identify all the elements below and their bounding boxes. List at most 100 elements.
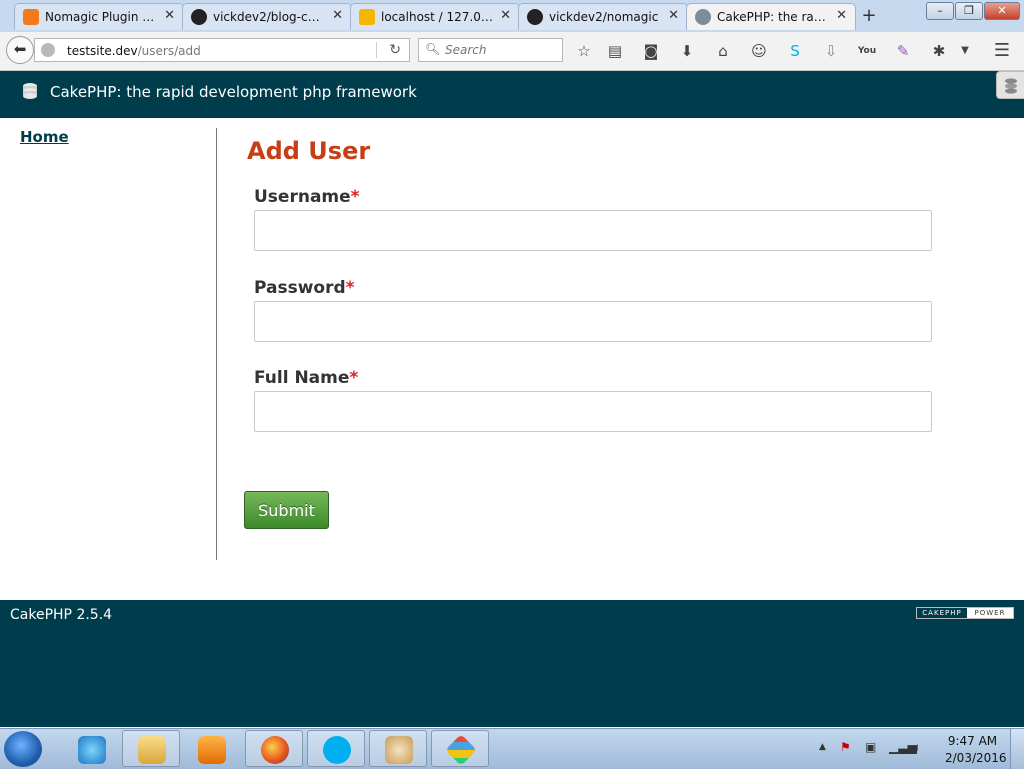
- username-label: Username*: [254, 187, 360, 207]
- taskbar-skype[interactable]: [307, 730, 365, 767]
- new-tab-button[interactable]: +: [858, 5, 880, 26]
- tab-nomagic-repo[interactable]: vickdev2/nomagic ✕: [518, 3, 688, 30]
- chevron-down-icon[interactable]: ▼: [955, 41, 975, 61]
- phpmyadmin-icon: [359, 9, 375, 25]
- tab-cakephp-active[interactable]: CakePHP: the rapi... ✕: [686, 3, 856, 30]
- action-center-icon[interactable]: ⚑: [840, 740, 851, 754]
- tab-title: vickdev2/blog-cak...: [213, 10, 325, 24]
- youtube-icon[interactable]: You: [857, 41, 877, 61]
- start-button[interactable]: [4, 731, 42, 767]
- github-icon: [191, 9, 207, 25]
- taskbar-ie[interactable]: [62, 730, 120, 767]
- cakephp-power-badge[interactable]: CAKEPHP POWER: [916, 607, 1014, 619]
- reload-icon[interactable]: ↻: [389, 42, 401, 58]
- internet-explorer-icon: [78, 736, 106, 764]
- github-icon: [527, 9, 543, 25]
- tab-title: Nomagic Plugin P...: [45, 10, 157, 24]
- full-name-label: Full Name*: [254, 368, 358, 388]
- password-field[interactable]: [254, 301, 932, 342]
- skype-icon: [323, 736, 351, 764]
- search-box[interactable]: 🔍︎: [418, 38, 563, 62]
- hamburger-menu-icon[interactable]: ☰: [992, 41, 1012, 61]
- url-path: /users/add: [137, 44, 201, 58]
- address-bar-divider: [376, 42, 377, 58]
- home-icon[interactable]: ⌂: [713, 41, 733, 61]
- volume-icon[interactable]: 🔈︎: [914, 740, 921, 755]
- username-field[interactable]: [254, 210, 932, 251]
- password-label: Password*: [254, 278, 355, 298]
- taskbar-paint[interactable]: [369, 730, 427, 767]
- search-icon: 🔍︎: [425, 42, 441, 56]
- cakephp-debug-icon: [1005, 78, 1017, 94]
- cakephp-icon: [695, 9, 711, 25]
- username-label-text: Username: [254, 187, 351, 207]
- close-tab-icon[interactable]: ✕: [164, 8, 175, 23]
- close-tab-icon[interactable]: ✕: [500, 8, 511, 23]
- paint-palette-icon: [385, 736, 413, 764]
- page-header-title[interactable]: CakePHP: the rapid development php frame…: [50, 83, 417, 101]
- feather-icon[interactable]: ✎: [893, 41, 913, 61]
- system-tray: ▲ ⚑ ▣ ▁▃▅ 🔈︎: [815, 729, 945, 769]
- url-host: testsite.dev: [67, 44, 138, 58]
- close-window-button[interactable]: ✕: [984, 2, 1020, 20]
- tab-title: localhost / 127.0.0....: [381, 10, 493, 24]
- tray-expand-icon[interactable]: ▲: [819, 742, 826, 752]
- sidebar: Home: [0, 128, 217, 560]
- close-tab-icon[interactable]: ✕: [668, 8, 679, 23]
- browser-tab-bar: Nomagic Plugin P... ✕ vickdev2/blog-cak.…: [0, 0, 1024, 32]
- badge-right-text: POWER: [967, 608, 1013, 618]
- windows-taskbar: ▲ ⚑ ▣ ▁▃▅ 🔈︎ 9:47 AM 2/03/2016: [0, 728, 1024, 769]
- required-marker: *: [350, 187, 360, 207]
- downloads-icon[interactable]: ⬇: [677, 41, 697, 61]
- clock-date[interactable]: 2/03/2016: [945, 751, 1007, 765]
- badge-left-text: CAKEPHP: [917, 608, 967, 618]
- main-content: Add User Username* Password* Full Name* …: [217, 128, 1024, 568]
- url-text: testsite.dev/users/add: [67, 44, 201, 58]
- footer-version: CakePHP 2.5.4: [10, 607, 113, 623]
- back-button[interactable]: ⬅: [6, 36, 34, 64]
- submit-button[interactable]: Submit: [244, 491, 329, 529]
- back-arrow-icon: ⬅: [13, 40, 27, 58]
- browser-nav-bar: ⬅ testsite.dev/users/add ↻ 🔍︎ ☆ ▤ ◙ ⬇ ⌂ …: [0, 32, 1024, 71]
- device-icon[interactable]: ▣: [865, 740, 876, 754]
- minimize-button[interactable]: –: [926, 2, 954, 20]
- tab-title: vickdev2/nomagic: [549, 10, 659, 24]
- clock-time[interactable]: 9:47 AM: [945, 734, 1000, 748]
- page-header: CakePHP: the rapid development php frame…: [0, 71, 1024, 118]
- tab-nomagic-plugin[interactable]: Nomagic Plugin P... ✕: [14, 3, 184, 30]
- extension-icon[interactable]: ✱: [929, 41, 949, 61]
- search-input[interactable]: [443, 42, 559, 58]
- debug-kit-toggle[interactable]: [996, 71, 1024, 99]
- address-bar[interactable]: testsite.dev/users/add ↻: [34, 38, 410, 62]
- required-marker: *: [345, 278, 355, 298]
- network-icon[interactable]: ▁▃▅: [889, 740, 917, 754]
- folder-icon: [138, 736, 166, 764]
- pocket-icon[interactable]: ◙: [641, 41, 661, 61]
- cakephp-logo-icon: [23, 83, 37, 99]
- show-desktop-button[interactable]: [1010, 729, 1024, 769]
- full-name-label-text: Full Name: [254, 368, 350, 388]
- taskbar-firefox[interactable]: [245, 730, 303, 767]
- media-player-icon: [198, 736, 226, 764]
- home-link[interactable]: Home: [20, 128, 69, 146]
- form-title: Add User: [247, 137, 371, 165]
- skype-icon[interactable]: S: [785, 41, 805, 61]
- required-marker: *: [349, 368, 359, 388]
- tab-blog-cakephp[interactable]: vickdev2/blog-cak... ✕: [182, 3, 352, 30]
- full-name-field[interactable]: [254, 391, 932, 432]
- firefox-icon: [261, 736, 289, 764]
- xampp-icon: [23, 9, 39, 25]
- bookmark-star-icon[interactable]: ☆: [574, 41, 594, 61]
- git-icon: [445, 734, 477, 766]
- close-tab-icon[interactable]: ✕: [836, 8, 847, 23]
- chat-icon[interactable]: ☺: [749, 41, 769, 61]
- maximize-button[interactable]: ❐: [955, 2, 983, 20]
- taskbar-explorer[interactable]: [122, 730, 180, 767]
- tab-title: CakePHP: the rapi...: [717, 10, 829, 24]
- download-helper-icon[interactable]: ⇩: [821, 41, 841, 61]
- reading-list-icon[interactable]: ▤: [605, 41, 625, 61]
- close-tab-icon[interactable]: ✕: [332, 8, 343, 23]
- taskbar-media-player[interactable]: [182, 730, 240, 767]
- taskbar-git-gui[interactable]: [431, 730, 489, 767]
- tab-phpmyadmin[interactable]: localhost / 127.0.0.... ✕: [350, 3, 520, 30]
